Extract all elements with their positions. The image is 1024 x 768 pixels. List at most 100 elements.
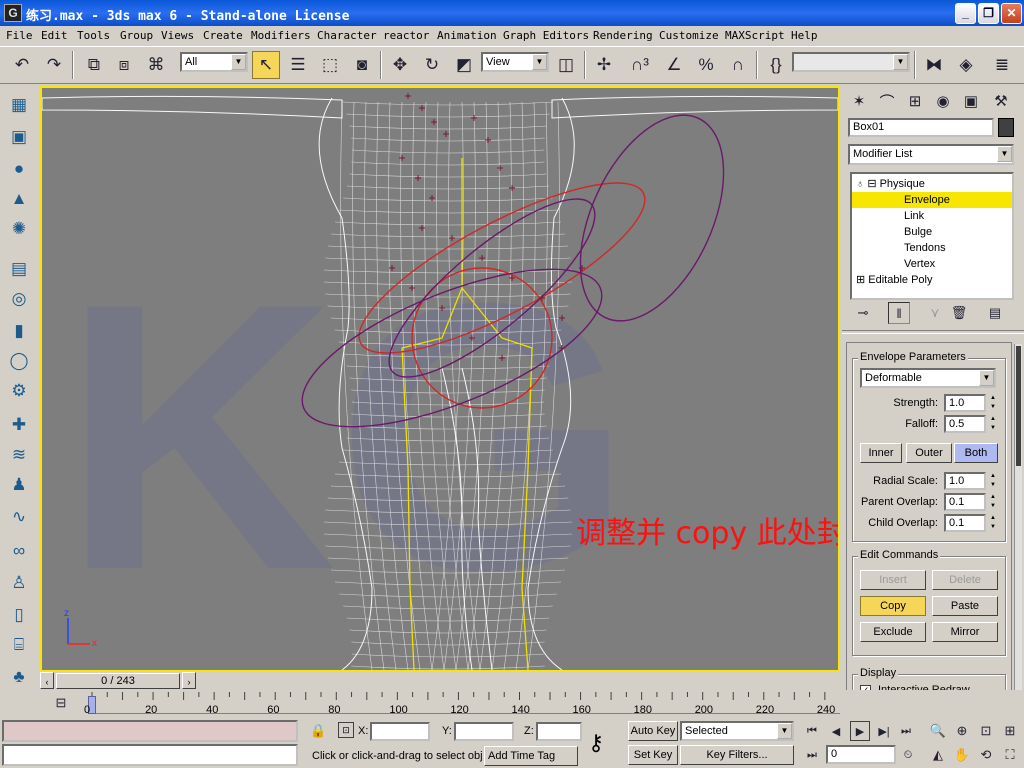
exclude-button[interactable]: Exclude — [860, 622, 926, 642]
modifier-list-dropdown[interactable]: Modifier List ▼ — [848, 144, 1014, 165]
stack-item-envelope[interactable]: Envelope — [852, 192, 1012, 208]
viewport-front[interactable]: KG z x 调整并 copy 此处 — [40, 86, 840, 672]
app-icon[interactable]: G — [4, 4, 22, 22]
maximize-viewport-icon[interactable]: ⛶ — [1000, 745, 1020, 765]
snap-3d-icon[interactable]: ∩³ — [626, 51, 654, 79]
add-time-tag-button[interactable]: Add Time Tag — [484, 746, 578, 766]
plane-icon[interactable]: ▤ — [6, 256, 32, 282]
track-bar[interactable]: ⊟ 0 20 40 60 80 100 120 140 160 180 200 220 240 — [0, 690, 1024, 718]
motion-tab-icon[interactable]: ◉ — [930, 88, 956, 114]
undo-icon[interactable]: ↶ — [8, 51, 36, 79]
selection-filter-dropdown[interactable]: All ▼ — [180, 52, 248, 72]
play-icon[interactable]: ▶ — [850, 721, 870, 741]
object-color-swatch[interactable] — [998, 118, 1014, 137]
radial-scale-field[interactable]: 1.0 — [944, 472, 986, 490]
modify-tab-icon[interactable]: ⌒ — [874, 88, 900, 114]
maxscript-output-mini[interactable] — [2, 744, 298, 766]
spacewarp-icon[interactable]: ≋ — [6, 442, 32, 468]
menu-graph-editors[interactable]: Graph Editors — [503, 29, 589, 42]
select-object-icon[interactable]: ↖ — [252, 51, 280, 79]
menu-modifiers[interactable]: Modifiers — [251, 29, 311, 42]
box-icon[interactable]: ▣ — [6, 124, 32, 150]
percent-snap-icon[interactable]: % — [692, 51, 720, 79]
lightbulb-icon[interactable]: ♁ — [856, 178, 864, 190]
lock-selection-icon[interactable]: 🔒 — [310, 723, 326, 739]
menu-maxscript[interactable]: MAXScript — [725, 29, 785, 42]
strength-field[interactable]: 1.0 — [944, 394, 986, 412]
object-name-field[interactable]: Box01 — [848, 118, 994, 137]
stack-item-tendons[interactable]: Tendons — [904, 240, 946, 256]
mirror-button[interactable]: Mirror — [932, 622, 998, 642]
arc-rotate-icon[interactable]: ⟲ — [976, 745, 996, 765]
next-frame-icon[interactable]: ▶| — [874, 721, 894, 741]
time-slider-thumb[interactable]: 0 / 243 — [56, 673, 180, 689]
pan-icon[interactable]: ✋ — [952, 745, 972, 765]
make-unique-icon[interactable]: ⋎ — [924, 302, 946, 324]
field-of-view-icon[interactable]: ◭ — [928, 745, 948, 765]
spinner-snap-icon[interactable]: ∩ — [724, 51, 752, 79]
falloff-spinner[interactable]: ▲ ▼ — [988, 415, 998, 433]
stack-item-vertex[interactable]: Vertex — [904, 256, 935, 272]
parent-overlap-spinner[interactable]: ▲ ▼ — [988, 493, 998, 511]
select-and-link-icon[interactable]: ⧉ — [80, 51, 108, 79]
knot-icon[interactable]: ∞ — [6, 538, 32, 564]
pin-stack-icon[interactable]: ⊸ — [852, 302, 874, 324]
character-icon[interactable]: ♟ — [6, 472, 32, 498]
copy-button[interactable]: Copy — [860, 596, 926, 616]
gear-icon[interactable]: ⚙ — [6, 378, 32, 404]
z-coordinate-field[interactable] — [536, 722, 582, 741]
select-and-rotate-icon[interactable]: ↻ — [418, 51, 446, 79]
go-to-end-icon[interactable]: ⏭ — [896, 721, 916, 741]
x-coordinate-field[interactable] — [370, 722, 430, 741]
unlink-icon[interactable]: ⧈ — [110, 51, 138, 79]
edit-named-selection-icon[interactable]: {} — [762, 51, 790, 79]
select-and-move-icon[interactable]: ✥ — [386, 51, 414, 79]
outer-button[interactable]: Outer — [906, 443, 952, 463]
menu-create[interactable]: Create — [203, 29, 243, 42]
menu-group[interactable]: Group — [120, 29, 153, 42]
cylinder-icon[interactable]: ▮ — [6, 318, 32, 344]
key-mode-toggle-icon[interactable]: ⏭ — [802, 745, 822, 765]
menu-tools[interactable]: Tools — [77, 29, 110, 42]
tree-icon[interactable]: ♣ — [6, 664, 32, 690]
menu-customize[interactable]: Customize — [659, 29, 719, 42]
create-objects-icon[interactable]: ▦ — [6, 92, 32, 118]
menu-character[interactable]: Character — [317, 29, 377, 42]
parent-overlap-field[interactable]: 0.1 — [944, 493, 986, 511]
torus-icon[interactable]: ◎ — [6, 286, 32, 312]
falloff-field[interactable]: 0.5 — [944, 415, 986, 433]
menu-views[interactable]: Views — [161, 29, 194, 42]
time-slider[interactable]: ‹ 0 / 243 › — [40, 672, 840, 690]
close-button[interactable]: ✕ — [1001, 3, 1022, 24]
delete-button[interactable]: Delete — [932, 570, 998, 590]
redo-icon[interactable]: ↷ — [40, 51, 68, 79]
select-and-scale-icon[interactable]: ◩ — [450, 51, 478, 79]
stack-item-physique[interactable]: ♁ ⊟ Physique — [856, 176, 1012, 192]
previous-frame-icon[interactable]: ◀ — [826, 721, 846, 741]
both-button[interactable]: Both — [954, 443, 998, 463]
menu-reactor[interactable]: reactor — [383, 29, 429, 42]
panel-scrollbar[interactable] — [1014, 344, 1022, 708]
display-tab-icon[interactable]: ▣ — [958, 88, 984, 114]
zoom-extents-all-icon[interactable]: ⊞ — [1000, 721, 1020, 741]
biped-icon[interactable]: ♙ — [6, 570, 32, 596]
strength-spinner[interactable]: ▲ ▼ — [988, 394, 998, 412]
time-configuration-icon[interactable]: ⏲ — [898, 745, 918, 765]
window-crossing-icon[interactable]: ◙ — [348, 51, 376, 79]
stack-item-editable-poly[interactable]: ⊞ Editable Poly — [856, 272, 933, 288]
menu-help[interactable]: Help — [791, 29, 818, 42]
auto-key-button[interactable]: Auto Key — [628, 721, 678, 741]
align-icon[interactable]: ◈ — [952, 51, 980, 79]
title-bar[interactable]: G 练习.max - 3ds max 6 - Stand-alone Licen… — [0, 0, 1024, 26]
insert-button[interactable]: Insert — [860, 570, 926, 590]
stairs-icon[interactable]: ⌸ — [6, 632, 32, 658]
sphere-icon[interactable]: ● — [6, 156, 32, 182]
collapse-icon[interactable]: ⊟ — [867, 178, 876, 190]
set-key-button[interactable]: Set Key — [628, 745, 678, 765]
paste-button[interactable]: Paste — [932, 596, 998, 616]
helper-icon[interactable]: ✚ — [6, 412, 32, 438]
maxscript-listener-mini[interactable] — [2, 720, 298, 742]
door-icon[interactable]: ▯ — [6, 602, 32, 628]
show-end-result-icon[interactable]: ‖ — [888, 302, 910, 324]
wave-icon[interactable]: ∿ — [6, 504, 32, 530]
